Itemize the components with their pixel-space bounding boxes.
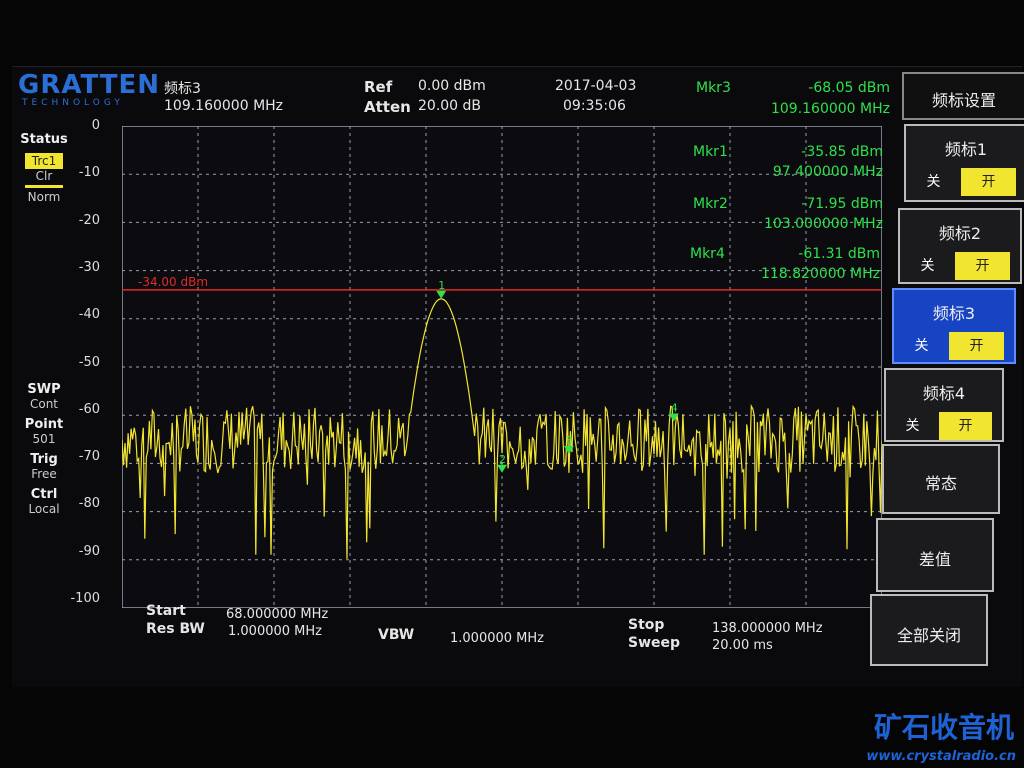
softkey-marker1[interactable]: 频标1 关开 <box>904 124 1024 202</box>
softkey-all-off[interactable]: 全部关闭 <box>870 594 988 666</box>
mkr3-label: Mkr3 <box>696 80 731 96</box>
marker3-off[interactable]: 关 <box>894 332 949 360</box>
vbw-label: VBW <box>378 627 415 643</box>
y-tick-label: -30 <box>78 259 100 275</box>
marker2-on[interactable]: 开 <box>955 252 1010 280</box>
start-value: 68.000000 MHz <box>226 607 329 622</box>
logo-sub: TECHNOLOGY <box>22 98 124 108</box>
marker-amp: -35.85 dBm <box>801 144 883 160</box>
trace-badge[interactable]: Trc1 <box>25 153 63 169</box>
logo-main: GRATTEN <box>18 70 161 100</box>
active-marker-freq: 109.160000 MHz <box>164 98 284 114</box>
marker4-label: 频标4 <box>922 384 966 403</box>
all-off-label: 全部关闭 <box>896 626 961 645</box>
softkey-title: 频标设置 <box>902 72 1024 120</box>
marker-number: 1 <box>438 279 445 292</box>
status-label: Status <box>20 132 68 147</box>
trace-indicator <box>25 185 63 188</box>
marker-number: 2 <box>499 453 506 466</box>
trace-mode: Norm <box>27 190 61 204</box>
marker-label: Mkr4 <box>690 246 725 262</box>
y-tick-label: -60 <box>78 401 100 417</box>
sweep-label: Sweep <box>628 635 681 651</box>
marker3-label: 频标3 <box>932 304 976 323</box>
normal-label: 常态 <box>924 474 957 493</box>
rbw-value: 1.000000 MHz <box>228 624 322 639</box>
marker3-on[interactable]: 开 <box>949 332 1004 360</box>
time-display: 09:35:06 <box>563 98 626 114</box>
softkey-title-text: 频标设置 <box>931 91 996 110</box>
watermark-logo: 矿石收音机 <box>873 711 1014 744</box>
delta-label: 差值 <box>918 550 951 569</box>
softkey-panel: 频标设置 频标1 关开 频标2 关开 频标3 关开 频标4 关开 常态 差值 全… <box>870 72 1024 672</box>
y-tick-label: -10 <box>78 165 100 181</box>
y-tick-label: -90 <box>78 543 100 559</box>
stop-label: Stop <box>628 617 665 633</box>
marker-label: Mkr2 <box>693 196 728 212</box>
softkey-delta[interactable]: 差值 <box>876 518 994 592</box>
ref-value: 0.00 dBm <box>418 78 486 94</box>
marker-amp: -71.95 dBm <box>801 196 883 212</box>
mkr3-amp: -68.05 dBm <box>808 80 890 96</box>
mkr3-freq: 109.160000 MHz <box>770 101 890 117</box>
marker2-label: 频标2 <box>938 224 982 243</box>
y-tick-label: -40 <box>78 307 100 323</box>
active-marker-name: 频标3 <box>164 81 201 97</box>
ref-label: Ref <box>364 78 393 96</box>
y-tick-label: -80 <box>78 496 100 512</box>
marker-freq: 97.400000 MHz <box>772 164 883 180</box>
marker-freq: 118.820000 MHz <box>760 266 880 282</box>
softkey-marker4[interactable]: 频标4 关开 <box>884 368 1004 442</box>
marker-label: Mkr1 <box>693 144 728 160</box>
y-tick-label: -50 <box>78 354 100 370</box>
point-value: 501 <box>32 432 56 446</box>
y-tick-label: -70 <box>78 449 100 465</box>
softkey-marker2[interactable]: 频标2 关开 <box>898 208 1022 284</box>
marker4-on[interactable]: 开 <box>939 412 992 440</box>
date-display: 2017-04-03 <box>555 78 637 94</box>
marker-number: 4 <box>671 402 678 415</box>
rbw-label: Res BW <box>146 621 205 637</box>
sweep-value: 20.00 ms <box>712 638 773 653</box>
y-tick-label: 0 <box>91 118 100 133</box>
swp-label: SWP <box>27 382 61 397</box>
brand-logo: GRATTEN TECHNOLOGY <box>18 70 159 112</box>
stop-value: 138.000000 MHz <box>712 621 823 636</box>
start-label: Start <box>146 603 186 619</box>
watermark-url: www.crystalradio.cn <box>866 749 1016 764</box>
marker1-label: 频标1 <box>944 140 988 159</box>
y-tick-label: -100 <box>70 591 100 606</box>
atten-value: 20.00 dB <box>418 98 482 114</box>
marker4-off[interactable]: 关 <box>886 412 939 440</box>
marker-freq: 103.000000 MHz <box>763 216 883 232</box>
vbw-value: 1.000000 MHz <box>450 631 544 646</box>
marker-number: 3 <box>566 434 573 447</box>
marker1-off[interactable]: 关 <box>906 168 961 196</box>
y-tick-label: -20 <box>78 212 100 228</box>
point-label: Point <box>24 417 64 432</box>
marker1-on[interactable]: 开 <box>961 168 1016 196</box>
softkey-marker3[interactable]: 频标3 关开 <box>892 288 1016 364</box>
softkey-normal[interactable]: 常态 <box>882 444 1000 514</box>
trig-value: Free <box>31 467 57 481</box>
marker2-off[interactable]: 关 <box>900 252 955 280</box>
atten-label: Atten <box>364 98 411 116</box>
threshold-label: -34.00 dBm <box>138 275 208 289</box>
marker-amp: -61.31 dBm <box>798 246 880 262</box>
